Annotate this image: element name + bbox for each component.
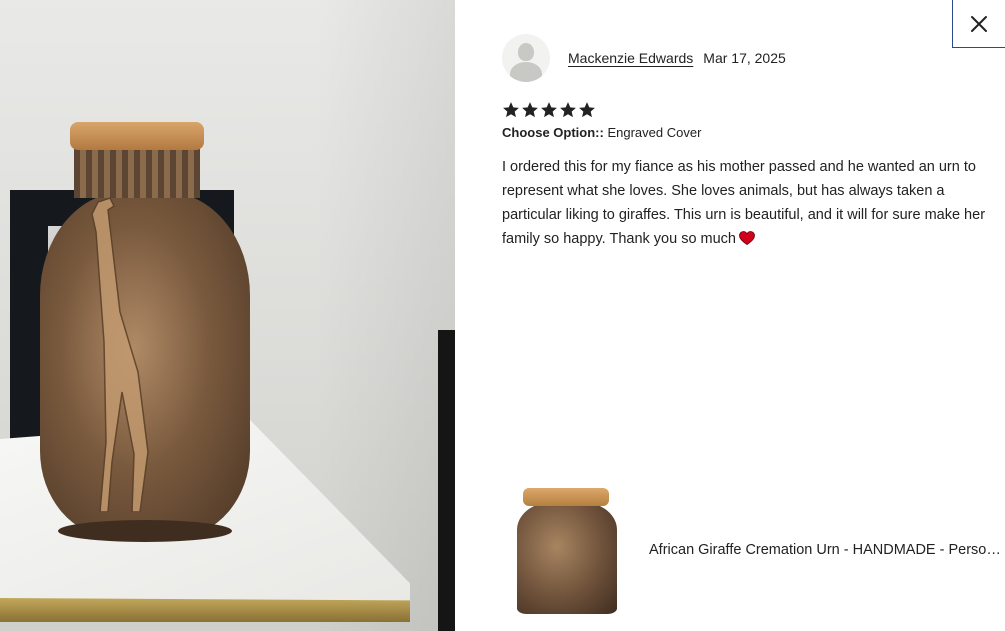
reviewer-info: Mackenzie Edwards Mar 17, 2025 bbox=[502, 34, 786, 82]
review-date: Mar 17, 2025 bbox=[703, 50, 786, 66]
reviewer-name-link[interactable]: Mackenzie Edwards bbox=[568, 50, 693, 66]
review-photo[interactable] bbox=[0, 0, 455, 631]
option-value: Engraved Cover bbox=[607, 125, 702, 140]
product-thumbnail[interactable] bbox=[517, 486, 627, 614]
thumbnail-urn-body bbox=[517, 502, 617, 614]
product-title[interactable]: African Giraffe Cremation Urn - HANDMADE… bbox=[649, 542, 1004, 558]
giraffe-relief bbox=[91, 197, 149, 512]
star-icon bbox=[579, 102, 595, 118]
close-icon bbox=[971, 15, 987, 32]
star-icon bbox=[560, 102, 576, 118]
review-body: I ordered this for my fiance as his moth… bbox=[502, 155, 1002, 251]
close-button[interactable] bbox=[952, 0, 1005, 48]
urn-base bbox=[58, 520, 232, 542]
product-link[interactable]: African Giraffe Cremation Urn - HANDMADE… bbox=[517, 486, 1004, 614]
urn-neck bbox=[74, 148, 200, 198]
variation-option: Choose Option:: Engraved Cover bbox=[502, 125, 701, 140]
star-rating bbox=[502, 101, 596, 119]
thumbnail-urn-lid bbox=[523, 488, 609, 506]
urn-lid bbox=[70, 122, 204, 150]
option-label: Choose Option:: bbox=[502, 125, 604, 140]
star-icon bbox=[522, 102, 538, 118]
cabinet-edge bbox=[0, 598, 410, 622]
urn-image bbox=[40, 122, 250, 542]
heart-icon bbox=[739, 231, 755, 245]
dark-edge bbox=[438, 330, 455, 631]
star-icon bbox=[541, 102, 557, 118]
star-icon bbox=[503, 102, 519, 118]
review-panel: Mackenzie Edwards Mar 17, 2025 Choose Op… bbox=[455, 0, 1005, 631]
user-avatar-icon bbox=[502, 34, 550, 82]
